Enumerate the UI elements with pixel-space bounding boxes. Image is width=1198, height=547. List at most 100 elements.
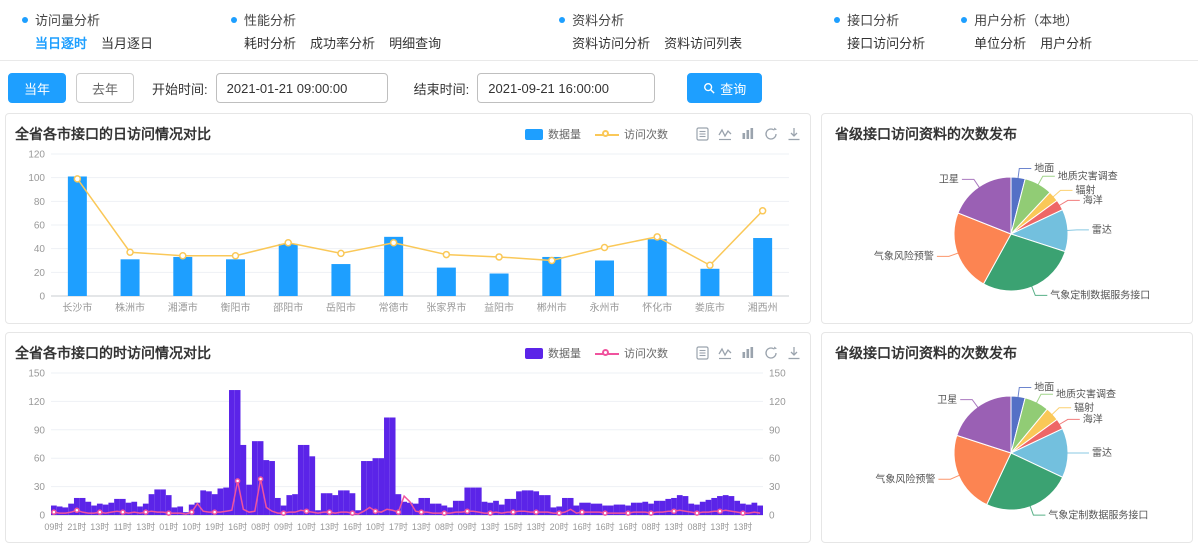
svg-text:益阳市: 益阳市 [484, 301, 514, 314]
search-button-label: 查询 [720, 79, 746, 98]
pie-chart-title: 省级接口访问资料的次数发布 [831, 122, 1183, 144]
svg-text:湘潭市: 湘潭市 [168, 301, 198, 314]
nav-item-today-hourly[interactable]: 当日逐时 [35, 33, 87, 52]
svg-text:16时: 16时 [228, 521, 247, 532]
province-access-pie-card-1: 省级接口访问资料的次数发布 地面地质灾害调查辐射海洋雷达气象定制数据服务接口气象… [821, 113, 1193, 324]
chart-title: 全省各市接口的时访问情况对比 [15, 343, 211, 363]
svg-text:09时: 09时 [44, 521, 63, 532]
svg-text:11时: 11时 [114, 521, 132, 532]
bullet-icon [231, 17, 237, 23]
svg-text:13时: 13时 [664, 521, 683, 532]
nav-item-detail-query[interactable]: 明细查询 [389, 33, 441, 52]
svg-text:60: 60 [769, 454, 781, 465]
last-year-button[interactable]: 去年 [76, 73, 134, 103]
nav-item-user-analysis[interactable]: 用户分析 [1040, 33, 1092, 52]
nav-item-success-rate[interactable]: 成功率分析 [310, 33, 375, 52]
refresh-icon[interactable] [764, 346, 778, 360]
nav-item-time-cost[interactable]: 耗时分析 [244, 33, 296, 52]
svg-text:0: 0 [39, 511, 45, 522]
svg-text:雷达: 雷达 [1092, 224, 1112, 236]
this-year-button[interactable]: 当年 [8, 73, 66, 103]
svg-text:09时: 09时 [274, 521, 293, 532]
nav-group-title: 接口分析 [847, 10, 899, 29]
svg-text:16时: 16时 [596, 521, 615, 532]
nav-group-title: 用户分析（本地） [974, 10, 1078, 29]
filter-bar: 当年 去年 开始时间: 结束时间: 查询 [0, 61, 1198, 113]
svg-text:13时: 13时 [527, 521, 546, 532]
legend-item-visitline[interactable]: 访问次数 [595, 126, 668, 142]
bar-chart-icon[interactable] [741, 127, 755, 141]
svg-text:60: 60 [34, 454, 46, 465]
nav-item-data-access-analysis[interactable]: 资料访问分析 [572, 33, 650, 52]
nav-group-title: 性能分析 [244, 10, 296, 29]
bar-chart-icon[interactable] [741, 346, 755, 360]
svg-text:10时: 10时 [182, 521, 201, 532]
chart-legend: 数据量 访问次数 [525, 345, 668, 361]
nav-group-user: 用户分析（本地） 单位分析 用户分析 [961, 10, 1092, 54]
nav-group-title: 访问量分析 [35, 10, 100, 29]
start-time-input[interactable] [216, 73, 388, 103]
svg-text:09时: 09时 [458, 521, 477, 532]
nav-item-interface-access-analysis[interactable]: 接口访问分析 [847, 33, 925, 52]
svg-text:13时: 13时 [733, 521, 752, 532]
svg-text:08时: 08时 [687, 521, 706, 532]
legend-item-visitline[interactable]: 访问次数 [595, 345, 668, 361]
svg-text:16时: 16时 [573, 521, 592, 532]
svg-text:衡阳市: 衡阳市 [221, 301, 251, 314]
province-access-pie-chart[interactable]: 地面地质灾害调查辐射海洋雷达气象定制数据服务接口气象风险预警卫星 [831, 363, 1183, 539]
svg-text:100: 100 [28, 173, 45, 184]
province-access-pie-chart[interactable]: 地面地质灾害调查辐射海洋雷达气象定制数据服务接口气象风险预警卫星 [831, 144, 1183, 320]
nav-item-month-daily[interactable]: 当月逐日 [101, 33, 153, 52]
hourly-access-chart-card: 全省各市接口的时访问情况对比 数据量 访问次数 [5, 332, 811, 543]
legend-item-databar[interactable]: 数据量 [525, 126, 581, 142]
bullet-icon [834, 17, 840, 23]
search-icon [703, 82, 715, 94]
svg-text:卫星: 卫星 [937, 394, 957, 406]
legend-item-databar[interactable]: 数据量 [525, 345, 581, 361]
province-access-pie-card-2: 省级接口访问资料的次数发布 地面地质灾害调查辐射海洋雷达气象定制数据服务接口气象… [821, 332, 1193, 543]
svg-text:13时: 13时 [481, 521, 500, 532]
start-time-label: 开始时间: [152, 79, 208, 98]
chart-toolbox [696, 346, 801, 360]
svg-text:13时: 13时 [136, 521, 155, 532]
download-icon[interactable] [787, 346, 801, 360]
data-view-icon[interactable] [696, 127, 709, 141]
svg-text:海洋: 海洋 [1083, 413, 1103, 426]
end-time-label: 结束时间: [414, 79, 470, 98]
svg-text:怀化市: 怀化市 [642, 301, 672, 314]
download-icon[interactable] [787, 127, 801, 141]
svg-text:雷达: 雷达 [1092, 447, 1112, 459]
svg-text:13时: 13时 [412, 521, 431, 532]
line-chart-icon[interactable] [718, 346, 732, 360]
svg-text:20: 20 [34, 268, 46, 279]
bar-swatch-icon [525, 129, 543, 140]
svg-text:08时: 08时 [251, 521, 270, 532]
svg-text:气象风险预警: 气象风险预警 [874, 250, 934, 263]
search-button[interactable]: 查询 [687, 73, 762, 103]
refresh-icon[interactable] [764, 127, 778, 141]
nav-group-data: 资料分析 资料访问分析 资料访问列表 [559, 10, 742, 54]
svg-text:辐射: 辐射 [1074, 401, 1094, 414]
hourly-access-barline-chart[interactable]: 0030306060909012012015015009时21时13时11时13… [15, 365, 801, 537]
nav-item-unit-analysis[interactable]: 单位分析 [974, 33, 1026, 52]
svg-text:150: 150 [769, 369, 786, 380]
line-chart-icon[interactable] [718, 127, 732, 141]
bar-swatch-icon [525, 348, 543, 359]
data-view-icon[interactable] [696, 346, 709, 360]
svg-text:120: 120 [28, 397, 45, 408]
pie-chart-title: 省级接口访问资料的次数发布 [831, 341, 1183, 363]
svg-text:13时: 13时 [90, 521, 109, 532]
svg-text:08时: 08时 [642, 521, 661, 532]
daily-access-barline-chart[interactable]: 020406080100120长沙市株洲市湘潭市衡阳市邵阳市岳阳市常德市张家界市… [15, 146, 801, 318]
svg-text:17时: 17时 [389, 521, 408, 532]
svg-text:80: 80 [34, 197, 46, 208]
svg-text:13时: 13时 [320, 521, 339, 532]
nav-group-interface: 接口分析 接口访问分析 [834, 10, 925, 54]
svg-text:辐射: 辐射 [1076, 184, 1096, 197]
nav-item-data-access-list[interactable]: 资料访问列表 [664, 33, 742, 52]
svg-text:地质灾害调查: 地质灾害调查 [1056, 387, 1116, 400]
svg-text:30: 30 [34, 482, 46, 493]
svg-text:气象风险预警: 气象风险预警 [875, 472, 935, 485]
end-time-input[interactable] [477, 73, 655, 103]
svg-text:气象定制数据服务接口: 气象定制数据服务接口 [1050, 289, 1150, 302]
